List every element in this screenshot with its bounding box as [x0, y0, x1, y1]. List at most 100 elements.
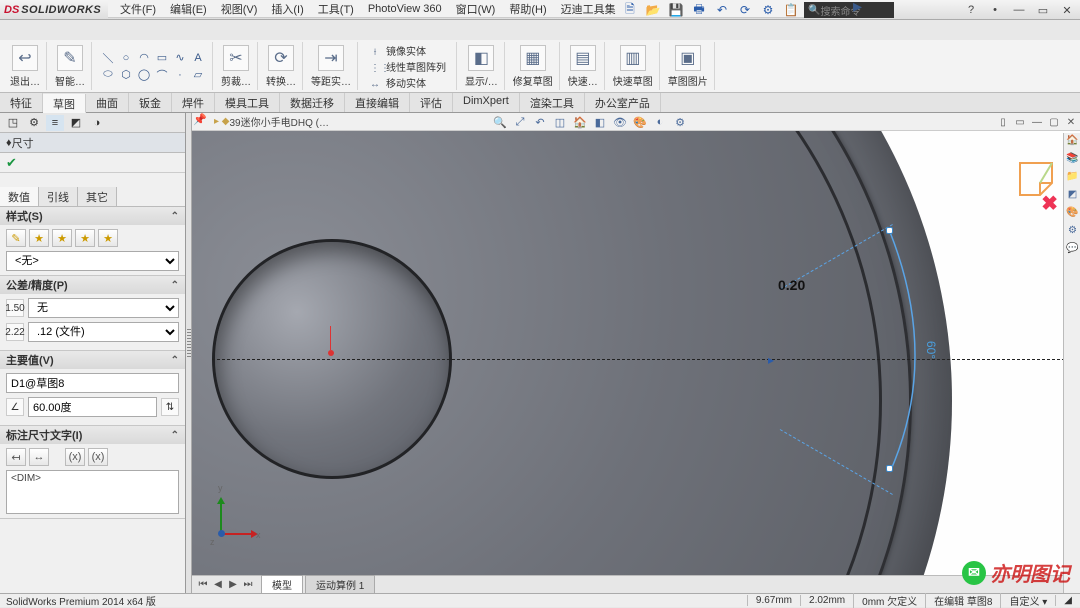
status-custom[interactable]: 自定义 ▾ [1000, 593, 1055, 608]
txt-center-icon[interactable]: ↔ [29, 448, 49, 466]
ftab-weld[interactable]: 焊件 [172, 93, 215, 112]
text-icon[interactable]: A [190, 50, 206, 65]
cancel-corner-icon[interactable]: ✖ [1041, 191, 1058, 216]
ftab-surface[interactable]: 曲面 [86, 93, 129, 112]
menu-view[interactable]: 视图(V) [215, 0, 264, 18]
tab-nav-next-icon[interactable]: ▶ [226, 579, 240, 590]
sec-text-hdr[interactable]: 标注尺寸文字(I) [6, 427, 82, 443]
ftab-render[interactable]: 渲染工具 [520, 93, 585, 112]
qat-undo-icon[interactable]: ↶ [712, 2, 732, 18]
tp-appear-icon[interactable]: 🎨 [1065, 207, 1080, 222]
plane-icon[interactable]: ▱ [190, 67, 206, 82]
style-select[interactable]: <无> [6, 251, 179, 271]
rb-exit-sketch[interactable]: ↩ 退出… [4, 42, 47, 90]
menu-photoview[interactable]: PhotoView 360 [362, 2, 448, 16]
menu-edit[interactable]: 编辑(E) [164, 0, 213, 18]
graphics-viewport[interactable]: 📌 ▸ ◆ 39迷你小手电DHQ (… 🔍 ⤢ ↶ ◫ 🏠 ◧ 👁 🎨 ◐ ⚙ … [192, 113, 1080, 593]
menu-maidi[interactable]: 迈迪工具集 [555, 0, 622, 18]
tp-file-icon[interactable]: 📁 [1065, 171, 1080, 186]
tab-nav-first-icon[interactable]: ⏮ [196, 579, 210, 590]
zoom-fit-icon[interactable]: 🔍 [492, 116, 508, 129]
mirror-entity[interactable]: ⟊镜像实体 [366, 43, 450, 58]
rb-trim[interactable]: ✂ 剪裁… [215, 42, 258, 90]
sec-main-hdr[interactable]: 主要值(V) [6, 352, 54, 368]
dash-icon[interactable]: • [986, 4, 1004, 16]
vp-close-icon[interactable]: ✕ [1064, 117, 1078, 128]
precision-select[interactable]: .12 (文件) [28, 322, 179, 342]
fillet-icon[interactable]: ⌒ [154, 67, 170, 82]
ftab-data[interactable]: 数据迁移 [280, 93, 345, 112]
pm-ok-icon[interactable]: ✔ [6, 155, 17, 171]
rb-offset[interactable]: ⇥ 等距实… [305, 42, 358, 90]
qat-options-icon[interactable]: ⚙ [758, 2, 778, 18]
linear-pattern[interactable]: ⋮⋮线性草图阵列 [366, 59, 450, 74]
arc-center-handle[interactable] [776, 353, 786, 369]
tp-lib-icon[interactable]: 📚 [1065, 153, 1080, 168]
spline-icon[interactable]: ∿ [172, 50, 188, 65]
pm-tab-prop-icon[interactable]: ≡ [46, 115, 64, 131]
pm-tab-feature-icon[interactable]: ◳ [4, 115, 22, 131]
ftab-dimxpert[interactable]: DimXpert [453, 93, 520, 112]
arc-icon[interactable]: ◠ [136, 50, 152, 65]
point-icon[interactable]: · [172, 67, 188, 82]
dim-text-box[interactable]: <DIM> [6, 470, 179, 514]
ellipse-icon[interactable]: ◯ [136, 67, 152, 82]
menu-window[interactable]: 窗口(W) [450, 0, 502, 18]
tab-motion-study[interactable]: 运动算例 1 [305, 575, 375, 593]
ribbon-overflow-icon[interactable]: ▸ [853, 0, 862, 17]
sec-style-hdr[interactable]: 样式(S) [6, 208, 43, 224]
pm-tab-appearance-icon[interactable]: ◑ [88, 115, 106, 131]
vp-tile-icon[interactable]: ▯ [996, 117, 1010, 128]
tab-nav-prev-icon[interactable]: ◀ [211, 579, 225, 590]
document-tab[interactable]: 39迷你小手电DHQ (… [230, 114, 329, 129]
minimize-icon[interactable]: — [1010, 4, 1028, 16]
qat-save-icon[interactable]: 💾 [666, 2, 686, 18]
sketch-arc-entity[interactable] [780, 277, 930, 447]
style-fav2-icon[interactable]: ★ [52, 229, 72, 247]
command-search[interactable]: 🔍 搜索命令 [804, 2, 894, 18]
style-fav4-icon[interactable]: ★ [98, 229, 118, 247]
qat-new-icon[interactable]: 🗎 [620, 2, 640, 18]
style-fav1-icon[interactable]: ★ [29, 229, 49, 247]
status-grip-icon[interactable]: ◢ [1055, 595, 1080, 606]
rb-quick[interactable]: ▤ 快速… [562, 42, 605, 90]
ftab-office[interactable]: 办公室产品 [585, 93, 661, 112]
qat-rebuild-icon[interactable]: ⟳ [735, 2, 755, 18]
view-orient-icon[interactable]: 🏠 [572, 116, 588, 129]
pm-tab-leader[interactable]: 引线 [39, 187, 78, 206]
menu-insert[interactable]: 插入(I) [265, 0, 309, 18]
pm-tab-other[interactable]: 其它 [78, 187, 117, 206]
slot-icon[interactable]: ⬭ [100, 67, 116, 82]
pm-tab-value[interactable]: 数值 [0, 187, 39, 206]
zoom-area-icon[interactable]: ⤢ [512, 116, 528, 129]
qat-open-icon[interactable]: 📂 [643, 2, 663, 18]
prev-view-icon[interactable]: ↶ [532, 116, 548, 129]
tp-view-icon[interactable]: ◩ [1065, 189, 1080, 204]
qat-print-icon[interactable]: 🖶 [689, 2, 709, 18]
tp-custom-icon[interactable]: ⚙ [1065, 225, 1080, 240]
move-entity[interactable]: ↔移动实体 [366, 75, 450, 90]
collapse-icon[interactable]: ⌃ [171, 211, 179, 222]
rb-smart-dim[interactable]: ✎ 智能… [49, 42, 92, 90]
style-fav3-icon[interactable]: ★ [75, 229, 95, 247]
collapse-icon[interactable]: ⌃ [171, 355, 179, 366]
qat-more-icon[interactable]: 📋 [781, 2, 801, 18]
rb-pic[interactable]: ▣ 草图图片 [662, 42, 715, 90]
canvas[interactable]: 0.20 60° y x z ✖ [192, 131, 1080, 575]
txt-left-icon[interactable]: ↤ [6, 448, 26, 466]
collapse-icon[interactable]: ⌃ [171, 430, 179, 441]
tolerance-select[interactable]: 无 [28, 298, 179, 318]
vp-max-icon[interactable]: ▢ [1047, 117, 1061, 128]
rb-rapid[interactable]: ▥ 快速草图 [607, 42, 660, 90]
rb-convert[interactable]: ⟳ 转换… [260, 42, 303, 90]
poly-icon[interactable]: ⬡ [118, 67, 134, 82]
txt-box2-icon[interactable]: (x) [88, 448, 108, 466]
ftab-sheetmetal[interactable]: 钣金 [129, 93, 172, 112]
line-icon[interactable]: ＼ [100, 50, 116, 65]
menu-tools[interactable]: 工具(T) [312, 0, 360, 18]
dim-value-input[interactable] [28, 397, 157, 417]
pin-icon[interactable]: 📌 [192, 113, 208, 129]
style-load-icon[interactable]: ✎ [6, 229, 26, 247]
pm-tab-config-icon[interactable]: ⚙ [25, 115, 43, 131]
ftab-eval[interactable]: 评估 [410, 93, 453, 112]
